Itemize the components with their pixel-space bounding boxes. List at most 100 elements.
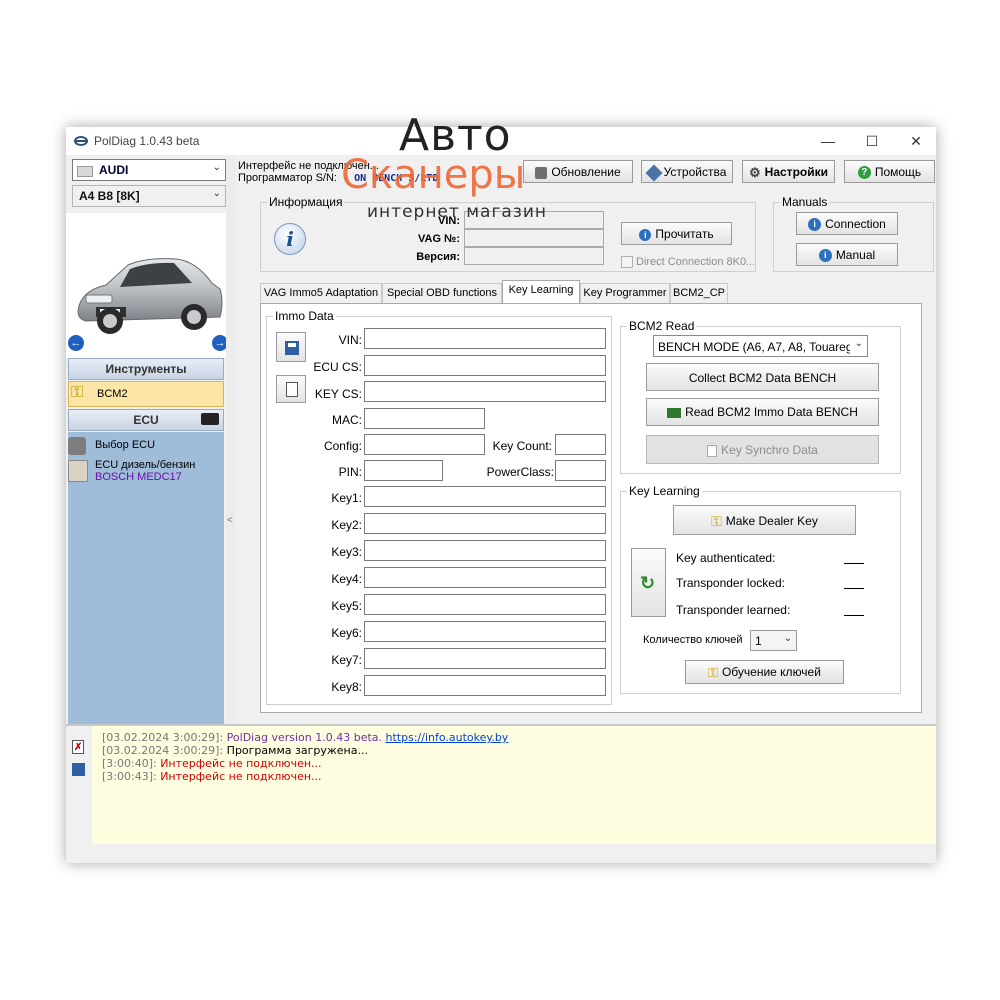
key2-label: Key2: [331, 518, 362, 532]
save-log-icon[interactable] [72, 763, 85, 776]
key-count-select-label: Количество ключей [643, 634, 743, 646]
ecu-cs-input[interactable] [364, 355, 606, 376]
update-button[interactable]: Обновление [523, 160, 633, 183]
sidebar-item-label: BCM2 [97, 388, 128, 400]
ecu-model: BOSCH MEDC17 [95, 471, 182, 483]
bench-mode-value: BENCH MODE (A6, A7, A8, Touareg [658, 340, 850, 354]
key1-label: Key1: [331, 491, 362, 505]
bench-mode-select[interactable]: BENCH MODE (A6, A7, A8, Touareg ⌄ [653, 335, 868, 357]
learn-keys-label: Обучение ключей [721, 665, 821, 680]
mac-input[interactable] [364, 408, 485, 429]
ecu-chip-icon [201, 413, 219, 425]
key7-label: Key7: [331, 653, 362, 667]
left-panel: AUDI ⌄ A4 B8 [8K] ⌄ ← → Инструменты ⚿ BC… [66, 155, 228, 724]
key8-input[interactable] [364, 675, 606, 696]
config-input[interactable] [364, 434, 485, 455]
status-bar [66, 844, 936, 863]
power-class-label: PowerClass: [486, 465, 554, 479]
pin-input[interactable] [364, 460, 443, 481]
maximize-button[interactable]: ☐ [852, 131, 892, 151]
log-link[interactable]: https://info.autokey.by [386, 731, 509, 744]
read-button[interactable]: i Прочитать [621, 222, 732, 245]
log-line-4: [3:00:43]: Интерфейс не подключен... [102, 770, 322, 783]
learn-keys-button[interactable]: ⚿ Обучение ключей [685, 660, 844, 684]
devices-button[interactable]: Устройства [641, 160, 733, 183]
key-cs-label: KEY CS: [314, 387, 362, 401]
collapse-icon: < [227, 515, 233, 526]
sidebar-item-ecu-type[interactable]: ECU дизель/бензин BOSCH MEDC17 [68, 459, 224, 487]
manual-button[interactable]: i Manual [796, 243, 898, 266]
clear-log-icon[interactable]: ✗ [72, 740, 84, 754]
window-title: PolDiag 1.0.43 beta [94, 134, 200, 148]
version-label: Версия: [416, 251, 460, 263]
mac-label: MAC: [332, 413, 362, 427]
key6-input[interactable] [364, 621, 606, 642]
key3-input[interactable] [364, 540, 606, 561]
key1-input[interactable] [364, 486, 606, 507]
key2-input[interactable] [364, 513, 606, 534]
key-count-select[interactable]: 1 ⌄ [750, 630, 797, 651]
settings-button[interactable]: ⚙ Настройки [742, 160, 835, 183]
brand-logo-icon [77, 166, 93, 177]
key3-label: Key3: [331, 545, 362, 559]
panel-splitter[interactable]: < [226, 155, 236, 724]
chevron-down-icon: ⌄ [212, 162, 221, 173]
sidebar-item-ecu-select[interactable]: Выбор ECU [68, 437, 224, 457]
main-window: PolDiag 1.0.43 beta — ☐ ✕ AUDI ⌄ A4 B8 [… [66, 127, 936, 863]
ecu-header: ECU [68, 409, 224, 431]
help-button[interactable]: ? Помощь [844, 160, 935, 183]
key7-input[interactable] [364, 648, 606, 669]
immo-vin-input[interactable] [364, 328, 606, 349]
info-legend: Информация [269, 195, 343, 209]
key5-input[interactable] [364, 594, 606, 615]
save-immo-button[interactable] [276, 332, 306, 362]
chevron-down-icon: ⌄ [783, 633, 792, 644]
close-button[interactable]: ✕ [896, 131, 936, 151]
tab-bcm2-cp[interactable]: BCM2_CP [670, 283, 728, 303]
tab-key-learning[interactable]: Key Learning [502, 280, 580, 303]
key-authenticated-value [844, 563, 864, 564]
sidebar-item-label: Выбор ECU [95, 439, 156, 451]
ecu-select-icon [68, 437, 86, 455]
info-version-field [464, 247, 604, 265]
pin-label: PIN: [338, 465, 362, 479]
car-illustration [77, 258, 223, 334]
programmer-label: Программатор S/N: [238, 172, 337, 184]
collect-bcm2-button[interactable]: Collect BCM2 Data BENCH [646, 363, 879, 391]
key4-input[interactable] [364, 567, 606, 588]
prev-arrow-icon[interactable]: ← [68, 335, 84, 351]
log-time: [03.02.2024 3:00:29]: [102, 744, 224, 757]
transponder-locked-label: Transponder locked: [676, 576, 785, 590]
chevron-down-icon: ⌄ [854, 338, 863, 349]
key6-label: Key6: [331, 626, 362, 640]
info-vag-field [464, 229, 604, 247]
settings-label: Настройки [764, 165, 828, 180]
log-message: PolDiag version 1.0.43 beta. [226, 731, 383, 744]
key-icon: ⚿ [708, 665, 718, 680]
watermark-line-3: интернет магазин [367, 202, 547, 222]
model-combo[interactable]: A4 B8 [8K] ⌄ [72, 185, 226, 207]
tab-special-obd[interactable]: Special OBD functions [382, 283, 502, 303]
sidebar-item-bcm2[interactable]: ⚿ BCM2 [68, 381, 224, 407]
floppy-icon [285, 341, 299, 355]
transponder-locked-value [844, 588, 864, 589]
log-panel: ✗ [03.02.2024 3:00:29]: PolDiag version … [66, 724, 936, 846]
make-dealer-key-button[interactable]: ⚿ Make Dealer Key [673, 505, 856, 535]
connection-manual-button[interactable]: i Connection [796, 212, 898, 235]
minimize-button[interactable]: — [808, 131, 848, 151]
brand-combo[interactable]: AUDI ⌄ [72, 159, 226, 181]
key-synchro-button[interactable]: Key Synchro Data [646, 435, 879, 464]
direct-connection-label: Direct Connection 8K0... [636, 256, 756, 268]
refresh-status-button[interactable]: ↻ [631, 548, 666, 617]
direct-connection-checkbox[interactable] [621, 256, 633, 268]
read-bcm2-immo-button[interactable]: Read BCM2 Immo Data BENCH [646, 398, 879, 426]
config-label: Config: [323, 439, 362, 453]
log-message: Программа загружена... [226, 744, 368, 757]
key4-label: Key4: [331, 572, 362, 586]
immo-legend: Immo Data [275, 309, 334, 323]
key-cs-input[interactable] [364, 381, 606, 402]
tab-key-programmer[interactable]: Key Programmer [580, 283, 670, 303]
tab-vag-immo5[interactable]: VAG Immo5 Adaptation [260, 283, 382, 303]
power-class-input[interactable] [555, 460, 606, 481]
key-count-input[interactable] [555, 434, 606, 455]
